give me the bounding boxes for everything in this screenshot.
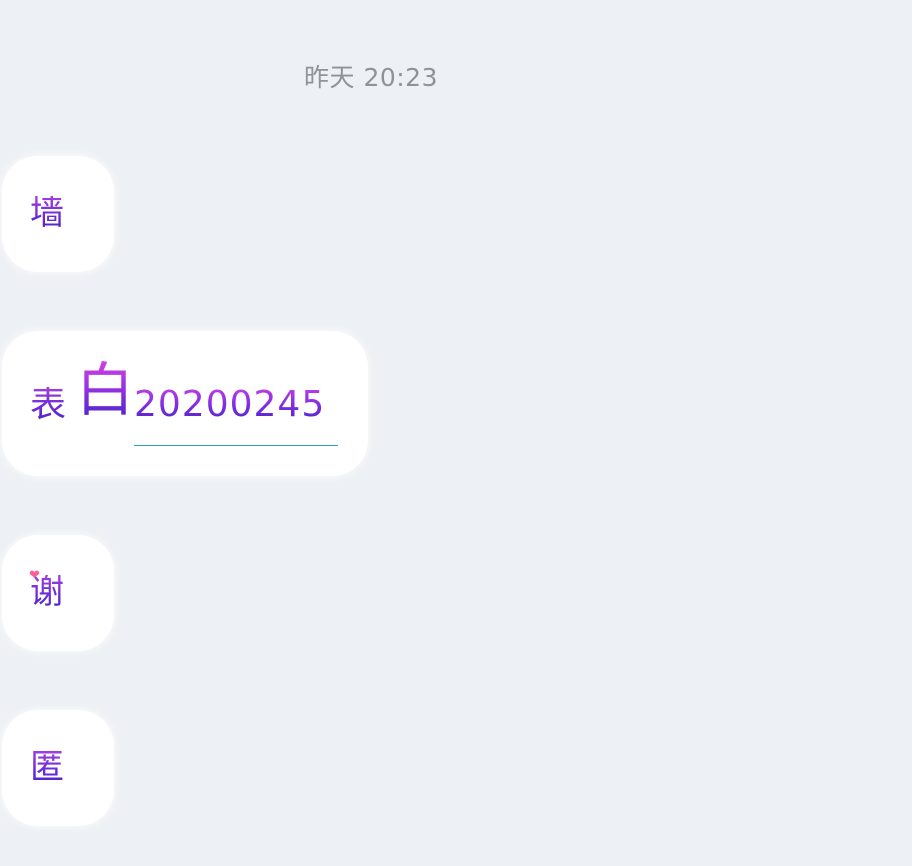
message-bubble[interactable]: 匿 bbox=[2, 710, 114, 826]
message-text: 匿 bbox=[30, 747, 64, 787]
message-timestamp: 昨天 20:23 bbox=[304, 63, 438, 92]
link-underline bbox=[134, 445, 338, 446]
message-bubble[interactable]: 墙 bbox=[2, 156, 114, 272]
message-bubble[interactable]: 表 白 20200245 bbox=[2, 331, 368, 476]
chat-view: 昨天 20:23 墙 表 白 20200245 谢 ❤ 匿 bbox=[0, 0, 912, 866]
message-number-link[interactable]: 20200245 bbox=[134, 387, 325, 423]
heart-icon: ❤ bbox=[29, 568, 40, 583]
message-text-prefix: 表 bbox=[30, 384, 67, 425]
message-text: 墙 bbox=[30, 193, 64, 233]
message-bubble[interactable]: 谢 ❤ bbox=[2, 535, 114, 651]
message-text-emphasis: 白 bbox=[76, 356, 135, 424]
